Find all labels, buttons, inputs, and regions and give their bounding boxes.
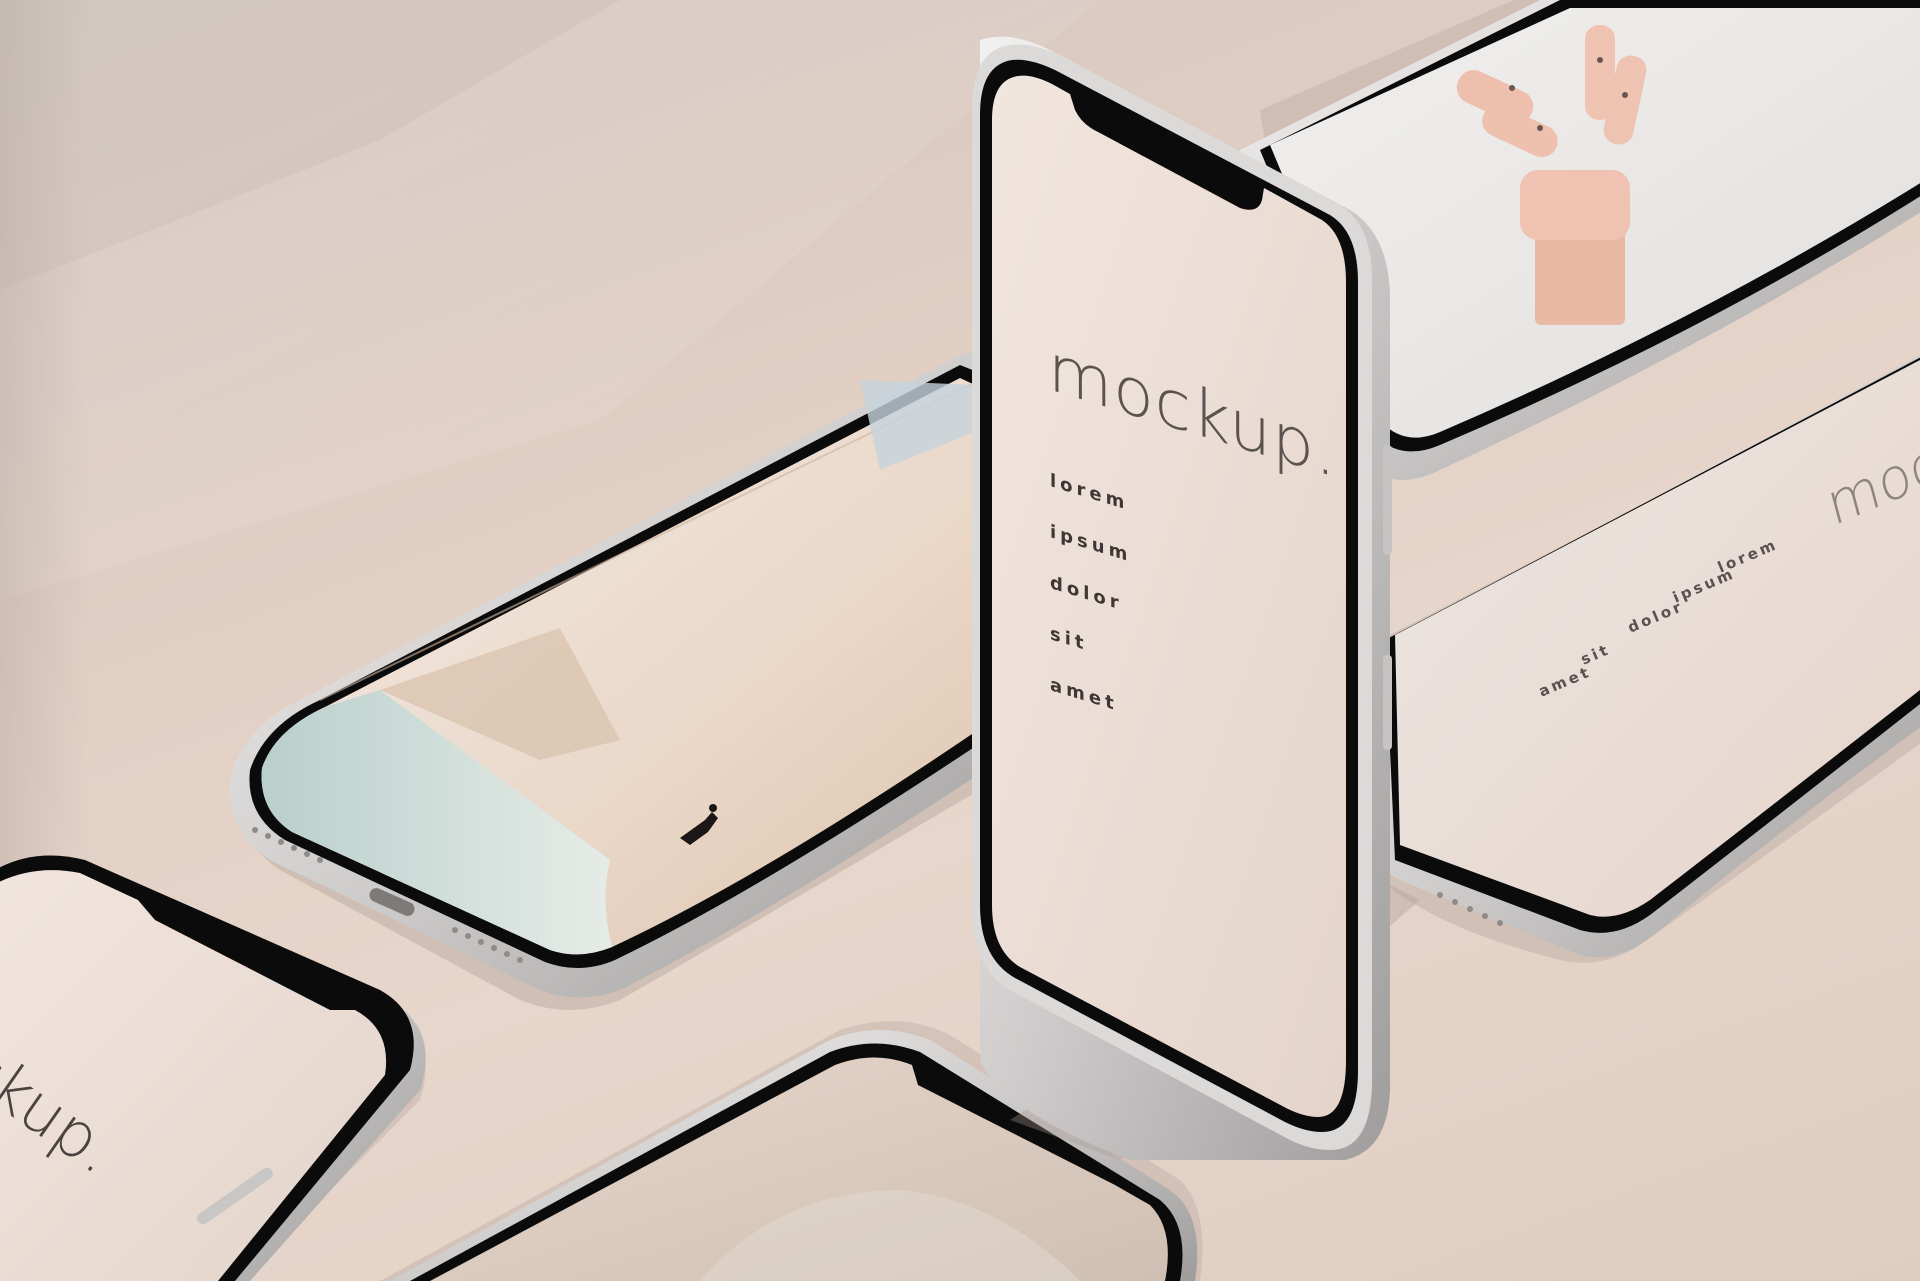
beach-photo-phone (229, 351, 1030, 1010)
bottom-left-phone (0, 855, 426, 1281)
mockup-scene: mockup. lorem ipsum dolor sit amet mock … (0, 0, 1920, 1281)
phones-layer (0, 0, 1920, 1281)
